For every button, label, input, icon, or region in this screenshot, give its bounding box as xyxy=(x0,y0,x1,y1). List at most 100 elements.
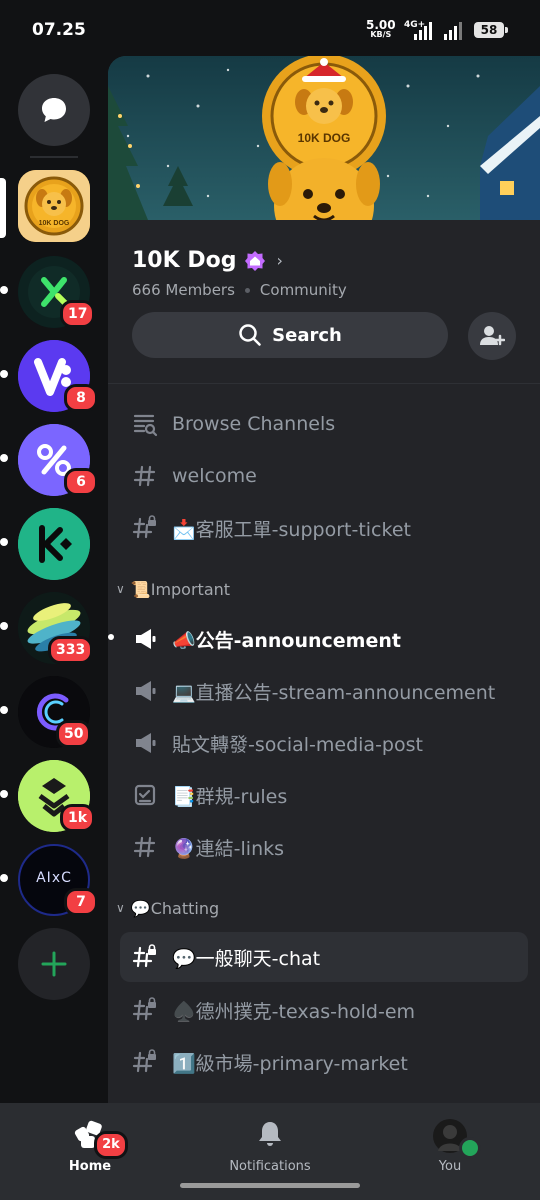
channel-social-media-post[interactable]: 貼文轉發-social-media-post xyxy=(120,720,528,766)
status-time: 07.25 xyxy=(32,20,86,40)
channel-label: 1️⃣級市場-primary-market xyxy=(172,1052,408,1075)
server-icon-10k-dog[interactable]: 10K DOG xyxy=(18,170,90,242)
server-icon-kucoin[interactable] xyxy=(18,508,90,580)
search-icon xyxy=(239,324,261,346)
rail-divider xyxy=(30,156,78,158)
channel-label: 📑群規-rules xyxy=(172,785,288,808)
bell-icon xyxy=(259,1122,281,1146)
category-important[interactable]: ∨ 📜Important xyxy=(116,574,230,604)
signal-icon xyxy=(414,22,432,40)
nav-home[interactable]: Home xyxy=(30,1119,150,1174)
unread-indicator xyxy=(0,454,8,462)
channel-links[interactable]: 🔮連結-links xyxy=(120,824,528,870)
locked-hash-icon xyxy=(132,997,158,1023)
channel-chat[interactable]: 💬一般聊天-chat xyxy=(120,932,528,982)
category-label: 💬Chatting xyxy=(130,898,220,918)
unread-badge: 8 xyxy=(64,384,98,412)
online-status-icon xyxy=(459,1137,481,1159)
category-chatting[interactable]: ∨ 💬Chatting xyxy=(116,893,219,923)
nav-home-label: Home xyxy=(68,1159,112,1174)
hash-icon xyxy=(132,463,158,489)
status-bar: 07.25 5.00 KB/S 4G+ 58 xyxy=(0,0,540,60)
channel-label: 📩客服工單-support-ticket xyxy=(172,518,411,541)
category-label: 📜Important xyxy=(130,579,231,599)
nav-you-label: You xyxy=(438,1159,462,1174)
battery-icon: 58 xyxy=(474,22,508,38)
browse-icon xyxy=(132,411,158,437)
rules-icon xyxy=(132,782,158,808)
add-user-icon xyxy=(480,326,505,346)
unread-indicator xyxy=(0,874,8,882)
channel-label: 貼文轉發-social-media-post xyxy=(172,733,423,756)
hash-icon xyxy=(132,834,158,860)
svg-text:10K DOG: 10K DOG xyxy=(39,220,70,227)
chat-bubble-icon xyxy=(42,98,66,122)
avatar xyxy=(433,1119,481,1159)
channel-stream-announcement[interactable]: 💻直播公告-stream-announcement xyxy=(120,668,528,714)
plus-icon xyxy=(41,951,67,977)
add-server-button[interactable] xyxy=(18,928,90,1000)
announcement-icon xyxy=(132,730,158,756)
nav-notifications-label: Notifications xyxy=(229,1159,311,1174)
unread-badge: 50 xyxy=(56,720,92,748)
server-rail: 10K DOG 17 8 6 333 50 1k AIxC 7 xyxy=(0,60,108,1103)
channel-label: Browse Channels xyxy=(172,413,336,435)
unread-indicator xyxy=(0,706,8,714)
server-banner: 10K DOG xyxy=(108,56,540,220)
locked-hash-icon xyxy=(132,1049,158,1075)
network-speed-unit: KB/S xyxy=(370,30,392,39)
aixc-logo-text: AIxC xyxy=(36,870,72,886)
gesture-bar[interactable] xyxy=(180,1183,360,1188)
boost-badge-icon xyxy=(245,250,266,271)
channel-announcement[interactable]: 📣公告-announcement xyxy=(120,616,528,662)
announcement-icon xyxy=(132,626,158,652)
direct-messages-button[interactable] xyxy=(18,74,90,146)
unread-badge: 17 xyxy=(60,300,96,328)
signal-icon-2 xyxy=(444,22,462,40)
channel-label: welcome xyxy=(172,465,257,487)
nav-notifications[interactable]: Notifications xyxy=(210,1119,330,1174)
channel-welcome[interactable]: welcome xyxy=(120,453,528,499)
header-divider xyxy=(108,383,540,384)
unread-indicator xyxy=(0,790,8,798)
chevron-down-icon: ∨ xyxy=(116,901,125,915)
kucoin-logo-icon xyxy=(18,508,90,580)
channel-texas-hold-em[interactable]: ♠️德州撲克-texas-hold-em xyxy=(120,987,528,1033)
community-label: Community xyxy=(259,281,347,299)
home-unread-badge: 2k xyxy=(94,1131,128,1159)
channel-rules[interactable]: 📑群規-rules xyxy=(120,772,528,818)
unread-indicator xyxy=(0,370,8,378)
locked-hash-icon xyxy=(132,515,158,541)
banner-illustration: 10K DOG xyxy=(108,56,540,220)
banner-logo-text: 10K DOG xyxy=(298,131,351,145)
channel-support-ticket[interactable]: 📩客服工單-support-ticket xyxy=(120,505,528,551)
search-button[interactable]: Search xyxy=(132,312,448,358)
chevron-down-icon: ∨ xyxy=(116,582,125,596)
channel-label: 📣公告-announcement xyxy=(172,629,401,652)
server-meta: 666 Members Community xyxy=(132,281,347,299)
chevron-right-icon: › xyxy=(276,251,283,270)
server-name: 10K Dog xyxy=(132,248,237,273)
unread-indicator xyxy=(0,538,8,546)
channel-label: 💻直播公告-stream-announcement xyxy=(172,681,496,704)
unread-badge: 1k xyxy=(60,804,96,832)
announcement-icon xyxy=(132,678,158,704)
unread-badge: 7 xyxy=(64,888,98,916)
channel-label: 💬一般聊天-chat xyxy=(172,947,321,970)
unread-indicator xyxy=(0,286,8,294)
server-header[interactable]: 10K Dog › xyxy=(132,248,283,273)
network-speed: 5.00 KB/S xyxy=(366,19,396,40)
search-label: Search xyxy=(272,324,342,346)
channel-primary-market[interactable]: 1️⃣級市場-primary-market xyxy=(120,1039,528,1085)
invite-members-button[interactable] xyxy=(468,312,516,360)
unread-indicator xyxy=(0,622,8,630)
locked-hash-icon xyxy=(132,944,158,970)
channel-label: 🔮連結-links xyxy=(172,837,285,860)
unread-indicator xyxy=(108,634,114,640)
unread-badge: 333 xyxy=(48,636,94,664)
nav-you[interactable]: You xyxy=(390,1119,510,1174)
browse-channels-row[interactable]: Browse Channels xyxy=(120,401,528,447)
dog-coin-icon: 10K DOG xyxy=(18,170,90,242)
server-panel: 10K DOG 10K Dog › 666 Members Community … xyxy=(108,56,540,1103)
unread-badge: 6 xyxy=(64,468,98,496)
